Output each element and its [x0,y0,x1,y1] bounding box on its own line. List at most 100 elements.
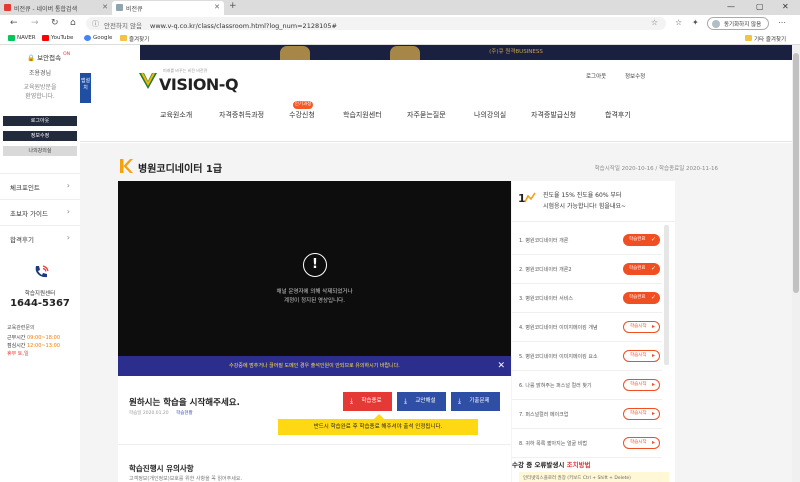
browser-tab-visionq[interactable]: 비전큐 ✕ [112,1,224,15]
lesson-name: 병원코디네이터 개론2 [525,267,572,273]
lesson-status: 학습완료 [629,237,646,242]
k-logo-icon [120,159,133,173]
minimize-button[interactable]: — [727,2,735,11]
new-tab-button[interactable]: + [229,1,237,11]
lesson-title: 7. 퍼스널컬러 메이크업 [519,411,568,418]
lesson-status-button[interactable]: 학습시작 ▸ [623,379,660,391]
weekday-label: 근무시간 [7,335,26,341]
logout-button[interactable]: 로그아웃 [3,116,77,126]
nav-certificate[interactable]: 자격증발급신청 [531,110,576,120]
back-icon[interactable]: ← [10,18,18,28]
nav-reviews[interactable]: 합격후기 [605,110,631,120]
lesson-title: 5. 병원코디네이터 이미지메이킹 요소 [519,353,598,360]
lesson-item[interactable]: 8. 귀하 목록 짧아지는 얼굴 비법 학습시작 ▸ [512,429,662,458]
lesson-status-button[interactable]: 학습완료 ✓ [623,234,660,246]
page-scrollbar[interactable] [792,45,800,482]
nav-enroll[interactable]: 수강신청 [289,110,315,120]
check-icon: ✓ [650,236,656,243]
sidebar-item-label: 초보자 가이드 [10,210,48,218]
nav-my-classroom[interactable]: 나의강의실 [474,110,506,120]
forward-icon[interactable]: → [31,18,39,28]
lecture-notes-button[interactable]: ⤓ 교안해설 [397,392,446,411]
collections-icon[interactable]: ☆ [675,18,682,27]
welcome-line1: 교육원방문을 [23,84,57,91]
other-favorites[interactable]: 기타 즐겨찾기 [745,35,786,43]
lesson-status-button[interactable]: 학습시작 ▸ [623,350,660,362]
site-logo[interactable]: 미래를 바꾸는 비전 비전큐 VISION-Q [138,68,248,94]
past-exam-label: 기출문제 [469,398,490,404]
coin-decoration-icon [390,46,420,60]
visionq-favicon-icon [116,4,123,11]
lesson-item[interactable]: 6. 나를 밝혀주는 퍼스널 컬러 찾기 학습시작 ▸ [512,371,662,400]
lesson-item[interactable]: 2. 병원코디네이터 개론2 학습완료 ✓ [512,255,662,284]
header-logout-link[interactable]: 로그아웃 [586,72,606,80]
scrollbar-thumb[interactable] [793,53,799,293]
lesson-item[interactable]: 7. 퍼스널컬러 메이크업 학습시작 ▸ [512,400,662,429]
header-edit-info-link[interactable]: 정보수정 [625,72,645,80]
maximize-button[interactable]: ▢ [756,2,764,11]
security-check[interactable]: 🔒 보안접속 ON [27,52,70,62]
favorite-youtube[interactable]: YouTube [42,35,73,41]
video-player[interactable]: ! 채널 운영자에 의해 삭제되었거나 계정이 정지된 영상입니다. [118,181,511,356]
info-icon[interactable]: ⓘ [92,19,99,29]
lesson-item[interactable]: 3. 병원코디네이터 서비스 학습완료 ✓ [512,284,662,313]
lesson-status: 학습시작 [630,382,647,387]
sidebar-item-label: 체크포인트 [10,184,40,192]
lesson-status-button[interactable]: 학습시작 ▸ [623,321,660,333]
refresh-icon[interactable]: ↻ [51,18,59,28]
support-phone: 1644-5367 [10,298,70,309]
lesson-item[interactable]: 5. 병원코디네이터 이미지메이킹 요소 학습시작 ▸ [512,342,662,371]
play-icon: ▸ [651,439,655,446]
progress-line1: 진도율 15% 진도율 60% 부터 [543,192,622,199]
lesson-title: 2. 병원코디네이터 개론2 [519,266,572,273]
past-exam-button[interactable]: ⤓ 기출문제 [451,392,500,411]
favorite-label: 즐겨찾기 [129,37,150,43]
favorite-naver[interactable]: NAVER [8,35,36,41]
bookmark-star-icon[interactable]: ☆ [651,18,658,27]
end-study-button[interactable]: ⤓ 학습종료 [343,392,392,411]
study-status-link[interactable]: 학습현황 [176,411,193,416]
divider [118,444,511,445]
favorites-icon[interactable]: ✦ [692,18,699,27]
close-tab-icon[interactable]: ✕ [102,3,108,11]
nav-faq[interactable]: 자주묻는질문 [407,110,446,120]
lesson-number: 8. [519,441,524,447]
top-banner[interactable]: (주)큐 원격BUSINESS [140,45,792,60]
nav-support[interactable]: 학습지원센터 [343,110,382,120]
nav-courses[interactable]: 자격증취득과정 [219,110,264,120]
favorite-folder[interactable]: 즐겨찾기 [120,35,149,43]
banner-text: (주)큐 원격BUSINESS [489,49,543,55]
study-meta: 학습일 2020.01.20 학습현황 [129,410,193,416]
lesson-status-button[interactable]: 학습시작 ▸ [623,437,660,449]
sidebar-item-checkpoint[interactable]: 체크포인트 › [0,173,80,198]
period-start: 2020-10-16 [621,166,654,172]
home-icon[interactable]: ⌂ [70,18,76,28]
favorite-google[interactable]: Google [84,35,112,41]
more-menu-icon[interactable]: ⋯ [778,18,786,27]
lesson-list-scrollbar[interactable] [664,225,669,365]
sync-button[interactable]: 동기화하지 않음 [707,17,769,30]
lesson-item[interactable]: 4. 병원코디네이터 이미지메이킹 개념 학습시작 ▸ [512,313,662,342]
sidebar-item-beginner-guide[interactable]: 초보자 가이드 › [0,199,80,224]
period-end: 2020-11-16 [686,166,718,172]
close-tab-icon[interactable]: ✕ [214,3,220,11]
sync-label: 동기화하지 않음 [724,22,762,28]
lesson-status-button[interactable]: 학습시작 ▸ [623,408,660,420]
app-install-tab[interactable]: 앱설치 [80,73,91,103]
visionq-logo-icon [139,72,157,89]
lesson-status-button[interactable]: 학습완료 ✓ [623,263,660,275]
lunch-hours: 12:00~13:00 [27,343,61,349]
url-input[interactable]: ⓘ 안전하지 않음 www.v-q.co.kr/class/classroom.… [86,17,666,30]
support-center-label: 학습지원센터 [24,291,56,297]
caution-title: 학습진행시 유의사항 [129,464,194,473]
edit-info-button[interactable]: 정보수정 [3,131,77,141]
close-icon[interactable]: ✕ [497,356,505,376]
nav-about[interactable]: 교육원소개 [160,110,192,120]
sidebar-item-reviews[interactable]: 합격후기 › [0,225,80,250]
lesson-status-button[interactable]: 학습완료 ✓ [623,292,660,304]
browser-tab-naver[interactable]: 비전큐 - 네이버 통합검색 ✕ [0,1,112,15]
progress-line2: 시험응시 가능합니다! 힘을내요~ [543,203,627,210]
lesson-item[interactable]: 1. 병원코디네이터 개론 학습완료 ✓ [512,226,662,255]
my-classroom-button[interactable]: 나의강의실 [3,146,77,156]
close-window-button[interactable]: ✕ [782,2,789,11]
